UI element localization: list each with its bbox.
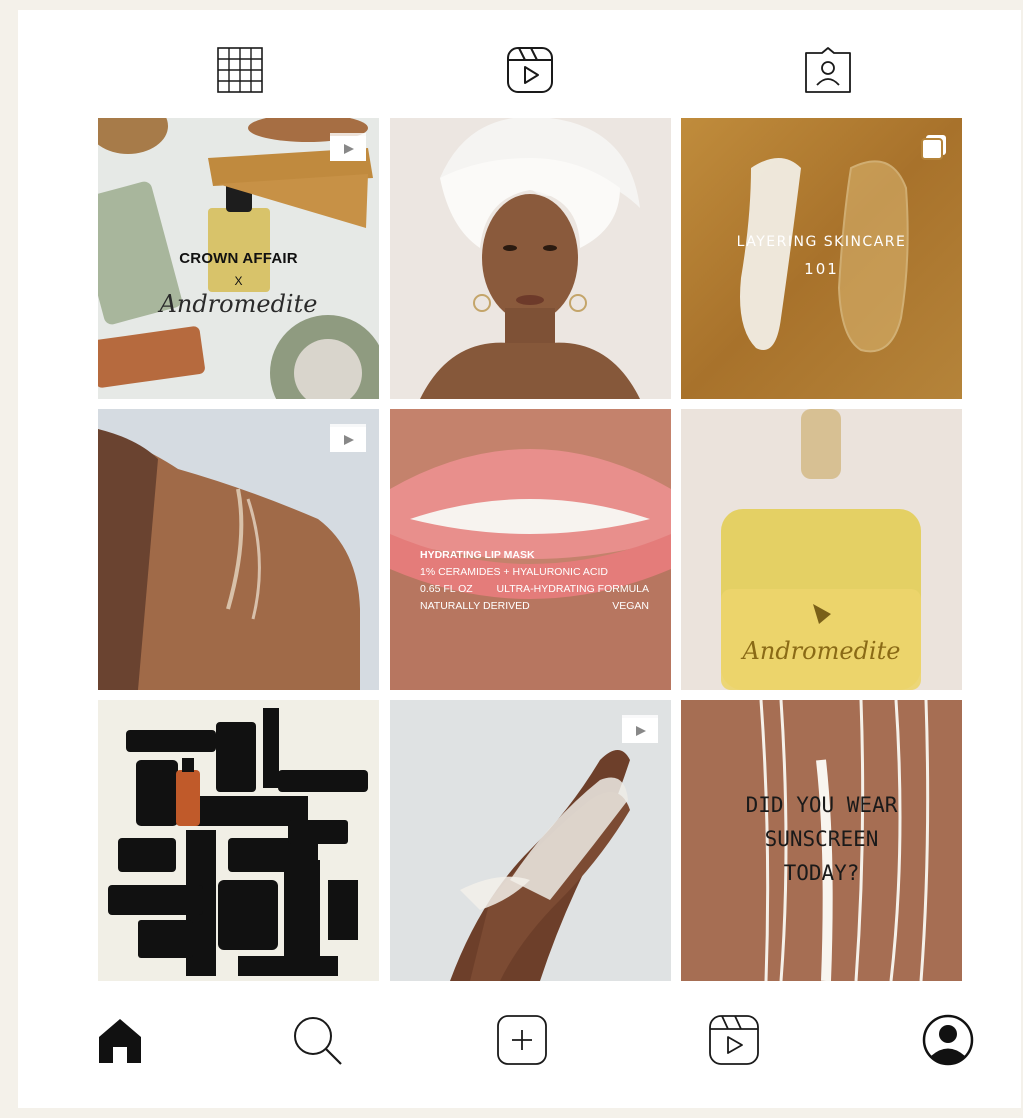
nav-home[interactable]	[90, 1010, 150, 1070]
product-info-text: HYDRATING LIP MASK 1% CERAMIDES + HYALUR…	[420, 547, 649, 615]
post-caption-lines: DID YOU WEAR SUNSCREEN TODAY?	[681, 788, 962, 890]
reel-badge-icon	[621, 714, 659, 744]
post-image	[390, 118, 671, 399]
post-caption-line: 101	[804, 260, 839, 278]
home-icon	[99, 1019, 141, 1063]
post-caption-line: NATURALLY DERIVED	[420, 600, 530, 612]
grid-icon	[217, 47, 263, 93]
tagged-icon	[805, 47, 851, 93]
post-caption-line: 1% CERAMIDES + HYALURONIC ACID	[420, 566, 608, 578]
nav-create[interactable]	[492, 1010, 552, 1070]
reels-icon	[709, 1015, 759, 1065]
post-caption-line: VEGAN	[612, 600, 649, 612]
tab-reels[interactable]	[500, 40, 560, 100]
post-tile[interactable]	[98, 409, 379, 690]
post-tile[interactable]: LAYERING SKINCARE 101	[681, 118, 962, 399]
post-tile[interactable]	[390, 700, 671, 981]
profile-icon	[922, 1014, 974, 1066]
posts-grid: CROWN AFFAIR X Andromedite LAYERING SKIN…	[98, 118, 962, 981]
post-caption-line: SUNSCREEN	[764, 827, 879, 851]
post-tile[interactable]: HYDRATING LIP MASK 1% CERAMIDES + HYALUR…	[390, 409, 671, 690]
post-caption-line: LAYERING SKINCARE	[736, 234, 907, 250]
post-image	[98, 700, 379, 981]
post-caption-line: HYDRATING LIP MASK	[420, 549, 535, 561]
post-tile[interactable]	[390, 118, 671, 399]
post-caption-line: Andromedite	[159, 290, 318, 318]
search-icon	[294, 1017, 342, 1065]
nav-search[interactable]	[287, 1010, 347, 1070]
post-caption-line: CROWN AFFAIR	[179, 250, 298, 267]
nav-reels[interactable]	[704, 1010, 764, 1070]
post-caption-line: ULTRA-HYDRATING FORMULA	[496, 583, 649, 595]
post-tile[interactable]: Andromedite	[681, 409, 962, 690]
post-caption-line: 0.65 FL OZ	[420, 583, 473, 595]
profile-screen: CROWN AFFAIR X Andromedite LAYERING SKIN…	[18, 10, 1021, 1108]
reel-badge-icon	[329, 132, 367, 162]
post-caption-line: X	[234, 274, 243, 288]
reels-icon	[507, 47, 553, 93]
post-tile[interactable]	[98, 700, 379, 981]
post-tile[interactable]: CROWN AFFAIR X Andromedite	[98, 118, 379, 399]
tab-tagged[interactable]	[798, 40, 858, 100]
post-caption-line: TODAY?	[783, 861, 860, 885]
bottom-navigation	[18, 1000, 1021, 1108]
reel-badge-icon	[329, 423, 367, 453]
tab-posts-grid[interactable]	[210, 40, 270, 100]
create-icon	[497, 1015, 547, 1065]
post-caption-line: DID YOU WEAR	[745, 793, 898, 817]
profile-tab-bar	[18, 10, 1021, 118]
nav-profile[interactable]	[918, 1010, 978, 1070]
post-tile[interactable]: DID YOU WEAR SUNSCREEN TODAY?	[681, 700, 962, 981]
post-caption-line: Andromedite	[742, 637, 901, 665]
carousel-badge-icon	[912, 132, 950, 162]
